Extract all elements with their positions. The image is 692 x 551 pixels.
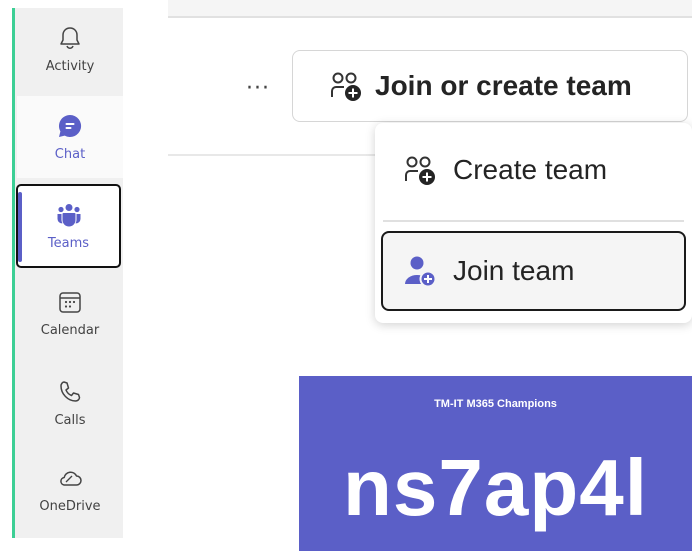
rail-label-teams: Teams: [47, 235, 90, 251]
people-add-icon: [405, 156, 435, 185]
join-team-menu-item[interactable]: Join team: [381, 231, 686, 311]
more-options-button[interactable]: ···: [240, 70, 276, 106]
rail-label-activity: Activity: [45, 58, 95, 74]
rail-item-onedrive[interactable]: OneDrive: [17, 448, 123, 530]
person-add-icon: [405, 256, 437, 288]
rail-label-onedrive: OneDrive: [39, 498, 101, 514]
create-team-label: Create team: [453, 154, 608, 185]
top-bar: [168, 0, 692, 16]
rail-item-teams[interactable]: Teams: [16, 184, 121, 268]
rail-item-calendar[interactable]: Calendar: [17, 272, 123, 354]
rail-label-calendar: Calendar: [40, 322, 100, 338]
create-team-menu-item[interactable]: Create team: [375, 127, 692, 213]
menu-divider: [383, 220, 684, 222]
phone-icon: [60, 380, 81, 402]
team-join-code: ns7ap4l: [343, 443, 648, 532]
rail-item-activity[interactable]: Activity: [17, 8, 123, 90]
bell-icon: [60, 26, 80, 49]
chat-icon: [58, 114, 82, 137]
rail-label-calls: Calls: [54, 412, 86, 428]
teams-icon: [57, 203, 80, 226]
cloud-icon: [60, 470, 82, 486]
rail-label-chat: Chat: [54, 146, 86, 162]
content-divider: [168, 154, 378, 156]
team-options-menu: Create team Join team: [375, 123, 692, 323]
teams-selected-indicator: [18, 192, 22, 262]
calendar-icon: [59, 291, 81, 313]
header-divider: [168, 16, 692, 18]
team-code-card: TM-IT M365 Champions ns7ap4l: [299, 376, 692, 551]
join-or-create-team-button[interactable]: Join or create team: [292, 50, 688, 122]
join-team-label: Join team: [453, 255, 575, 286]
team-name: TM-IT M365 Champions: [434, 398, 557, 410]
rail-item-calls[interactable]: Calls: [17, 362, 123, 444]
join-or-create-team-label: Join or create team: [375, 70, 632, 101]
app-rail: Activity Chat Teams Calendar Calls OneDr…: [0, 0, 124, 551]
people-add-icon: [331, 72, 361, 101]
rail-item-chat[interactable]: Chat: [17, 96, 123, 178]
